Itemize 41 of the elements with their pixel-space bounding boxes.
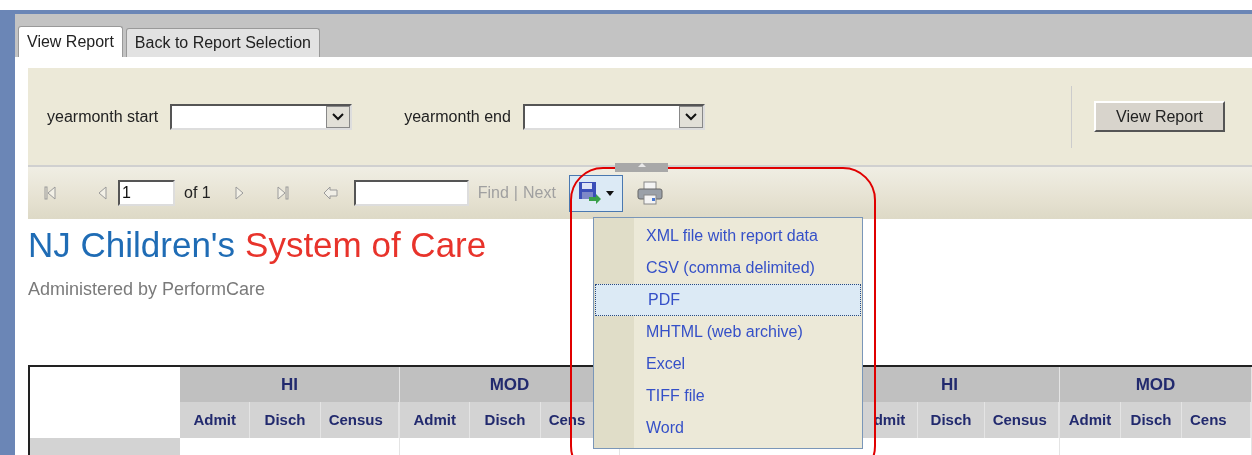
save-icon [577,181,602,205]
menu-item[interactable]: MHTML (web archive) [594,316,862,348]
column-header: Disch [1121,402,1182,438]
first-page-icon[interactable] [44,185,58,201]
last-page-icon[interactable] [274,185,289,201]
parameter-label: yearmonth end [404,106,511,127]
menu-item[interactable]: CSV (comma delimited) [594,252,862,284]
collapse-handle[interactable] [615,163,668,172]
dropdown-field[interactable] [170,103,353,130]
column-header: Admit [1060,402,1121,438]
link-separator: | [513,183,518,203]
page-number-field[interactable]: 1 [118,180,175,206]
column-group-header: HI [180,367,399,402]
page-count: of 1 [184,183,211,203]
menu-item[interactable]: XML file with report data [594,220,862,252]
report-title-accent: System of Care [245,224,487,266]
report-title: NJ Children's [28,224,236,266]
chevron-down-icon [684,112,697,121]
column-group-header: MOD [1060,367,1251,402]
dropdown-field[interactable] [522,103,705,130]
column-header: Cens [1182,402,1251,438]
report-subtitle: Administered by PerformCare [28,278,266,301]
column-header: Admit [400,402,471,438]
find-field[interactable] [353,180,469,206]
export-button[interactable] [568,174,623,212]
column-header: Admit [180,402,251,438]
printer-icon[interactable] [636,181,663,205]
column-header: Disch [250,402,321,438]
chevron-down-icon [332,112,345,121]
tab[interactable]: Back to Report Selection [125,28,320,57]
column-header: Disch [470,402,541,438]
column-header: Census [984,402,1059,438]
up-arrow-icon [637,163,646,167]
back-arrow-icon[interactable] [322,186,339,200]
tab[interactable]: View Report [18,26,123,57]
menu-item[interactable]: PDF [595,284,861,316]
column-header: Census [320,402,399,438]
column-header: Disch [918,402,985,438]
caret-icon [605,190,614,196]
view-report-button[interactable]: View Report [1094,101,1225,132]
parameter-label: yearmonth start [47,106,159,127]
